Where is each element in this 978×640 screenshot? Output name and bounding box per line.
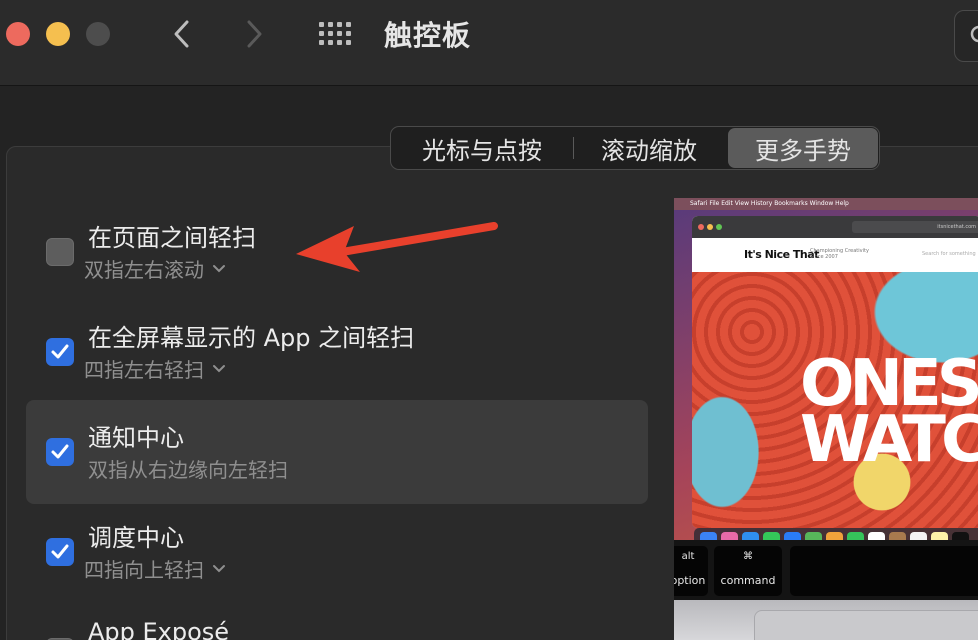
preview-desktop: itsnicethat.com It's Nice That Championi…	[674, 210, 978, 552]
preview-site-header: It's Nice That Championing Creativity Si…	[692, 238, 978, 272]
key-top-label: ⌘	[743, 551, 753, 562]
option-title: 通知中心	[88, 424, 184, 452]
preview-safari-window: itsnicethat.com It's Nice That Championi…	[692, 216, 978, 528]
chevron-down-icon	[213, 564, 225, 572]
preview-url: itsnicethat.com	[852, 221, 978, 233]
preview-palmrest	[674, 600, 978, 640]
search-icon	[970, 25, 978, 43]
preview-hero: ONES WATC	[692, 272, 978, 528]
preview-trackpad	[754, 610, 978, 640]
gesture-popup[interactable]: 四指左右轻扫	[84, 354, 226, 383]
mission-control-checkbox[interactable]	[46, 538, 74, 566]
preview-min-dot	[707, 224, 713, 230]
checkmark-icon	[51, 344, 69, 359]
option-title: 在页面之间轻扫	[88, 224, 256, 252]
option-title: 调度中心	[88, 524, 184, 552]
gesture-preview-image: Safari File Edit View History Bookmarks …	[674, 198, 978, 640]
preview-zoom-dot	[716, 224, 722, 230]
tab-more-gestures[interactable]: 更多手势	[728, 128, 878, 168]
title-bar: 触控板	[0, 0, 978, 86]
preview-site-tagline: Championing Creativity Since 2007	[810, 248, 869, 260]
search-field[interactable]	[954, 10, 978, 62]
preview-hero-text: ONES WATC	[800, 347, 978, 477]
option-title: 在全屏幕显示的 App 之间轻扫	[88, 324, 415, 352]
preview-toolbar: itsnicethat.com	[692, 216, 978, 238]
gesture-popup[interactable]: 四指向上轻扫	[84, 554, 226, 583]
forward-button[interactable]	[240, 16, 270, 52]
option-subtitle: 四指向上轻扫	[84, 558, 204, 582]
chevron-down-icon	[213, 364, 225, 372]
close-window-button[interactable]	[6, 22, 30, 46]
window-title: 触控板	[384, 19, 472, 52]
preview-key-option: alt option	[674, 546, 708, 596]
checkmark-icon	[51, 544, 69, 559]
preview-site-search: Search for something	[922, 251, 976, 257]
preview-keyboard: alt option ⌘ command	[674, 540, 978, 640]
option-subtitle: 四指左右轻扫	[84, 358, 204, 382]
chevron-right-icon	[247, 20, 262, 48]
preview-site-logo: It's Nice That	[744, 248, 819, 261]
option-subtitle: 双指从右边缘向左轻扫	[88, 458, 288, 482]
tab-bar: 光标与点按 滚动缩放 更多手势	[390, 126, 880, 170]
swipe-fullscreen-checkbox[interactable]	[46, 338, 74, 366]
back-button[interactable]	[166, 16, 196, 52]
key-bottom-label: command	[720, 574, 776, 587]
option-app-expose: App Exposé	[26, 598, 648, 640]
tab-point-click[interactable]: 光标与点按	[391, 127, 573, 169]
notification-center-checkbox[interactable]	[46, 438, 74, 466]
key-top-label: alt	[681, 551, 695, 562]
tab-scroll-zoom[interactable]: 滚动缩放	[574, 127, 724, 169]
chevron-down-icon	[213, 264, 225, 272]
grid-icon	[319, 22, 351, 45]
option-swipe-fullscreen-apps: 在全屏幕显示的 App 之间轻扫 四指左右轻扫	[26, 298, 648, 402]
swipe-pages-checkbox[interactable]	[46, 238, 74, 266]
preview-key-command: ⌘ command	[714, 546, 782, 596]
checkmark-icon	[51, 444, 69, 459]
option-title: App Exposé	[88, 618, 230, 640]
chevron-left-icon	[174, 20, 189, 48]
preview-close-dot	[698, 224, 704, 230]
option-subtitle-row: 双指从右边缘向左轻扫	[88, 454, 288, 483]
option-subtitle: 双指左右滚动	[84, 258, 204, 282]
zoom-window-button[interactable]	[86, 22, 110, 46]
gesture-popup[interactable]: 双指左右滚动	[84, 254, 226, 283]
option-notification-center: 通知中心 双指从右边缘向左轻扫	[26, 400, 648, 504]
annotation-arrow-icon	[296, 222, 498, 272]
preview-key-space	[790, 546, 978, 596]
minimize-window-button[interactable]	[46, 22, 70, 46]
show-all-button[interactable]	[316, 17, 356, 51]
preview-menubar: Safari File Edit View History Bookmarks …	[674, 198, 978, 210]
key-bottom-label: option	[674, 574, 706, 587]
option-mission-control: 调度中心 四指向上轻扫	[26, 498, 648, 602]
